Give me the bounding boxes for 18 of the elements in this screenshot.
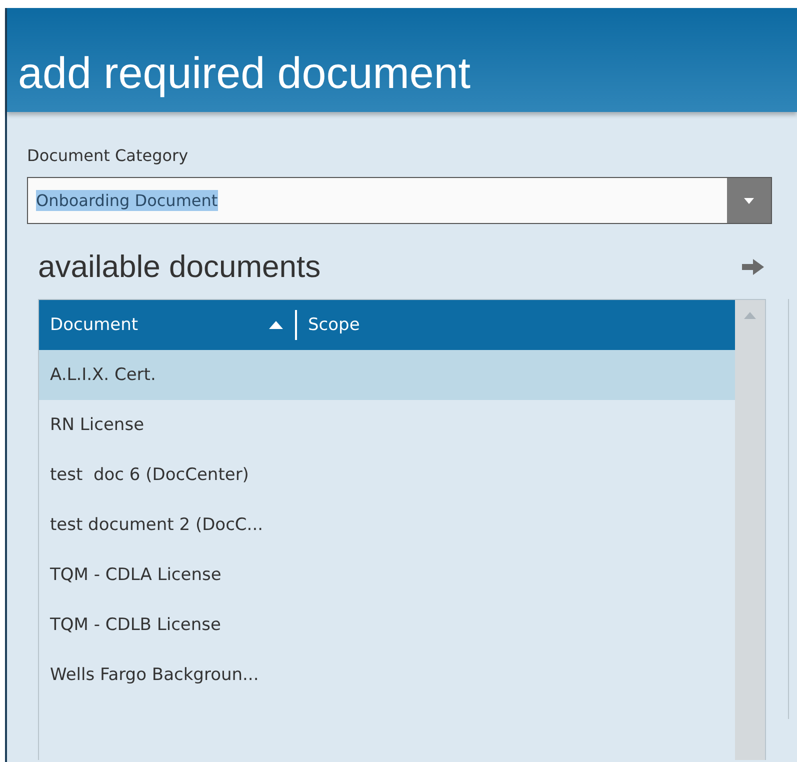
field-label: Document Category <box>27 146 190 165</box>
column-header[interactable]: Scope <box>297 310 360 340</box>
document-row[interactable]: A.L.I.X. Cert. <box>39 350 735 400</box>
scroll-up-icon[interactable] <box>744 312 756 319</box>
dropdown-button[interactable] <box>727 178 771 223</box>
document-row[interactable]: RN License <box>39 400 735 450</box>
document-row[interactable]: TQM - CDLB License <box>39 600 735 650</box>
column-header[interactable]: Document <box>39 310 297 340</box>
scrollbar[interactable] <box>735 300 765 760</box>
document-row[interactable]: test doc 6 (DocCenter) <box>39 450 735 500</box>
document-row[interactable]: Wells Fargo Backgroun... <box>39 650 735 700</box>
document-row[interactable]: test document 2 (DocC... <box>39 500 735 550</box>
category-dropdown[interactable]: Onboarding Document <box>27 177 772 224</box>
document-row[interactable]: TQM - CDLA License <box>39 550 735 600</box>
caret-icon <box>743 196 755 204</box>
arrow-right-icon[interactable] <box>740 257 766 277</box>
section-heading: available documents <box>38 249 321 285</box>
dialog-title: add required document <box>18 52 471 96</box>
